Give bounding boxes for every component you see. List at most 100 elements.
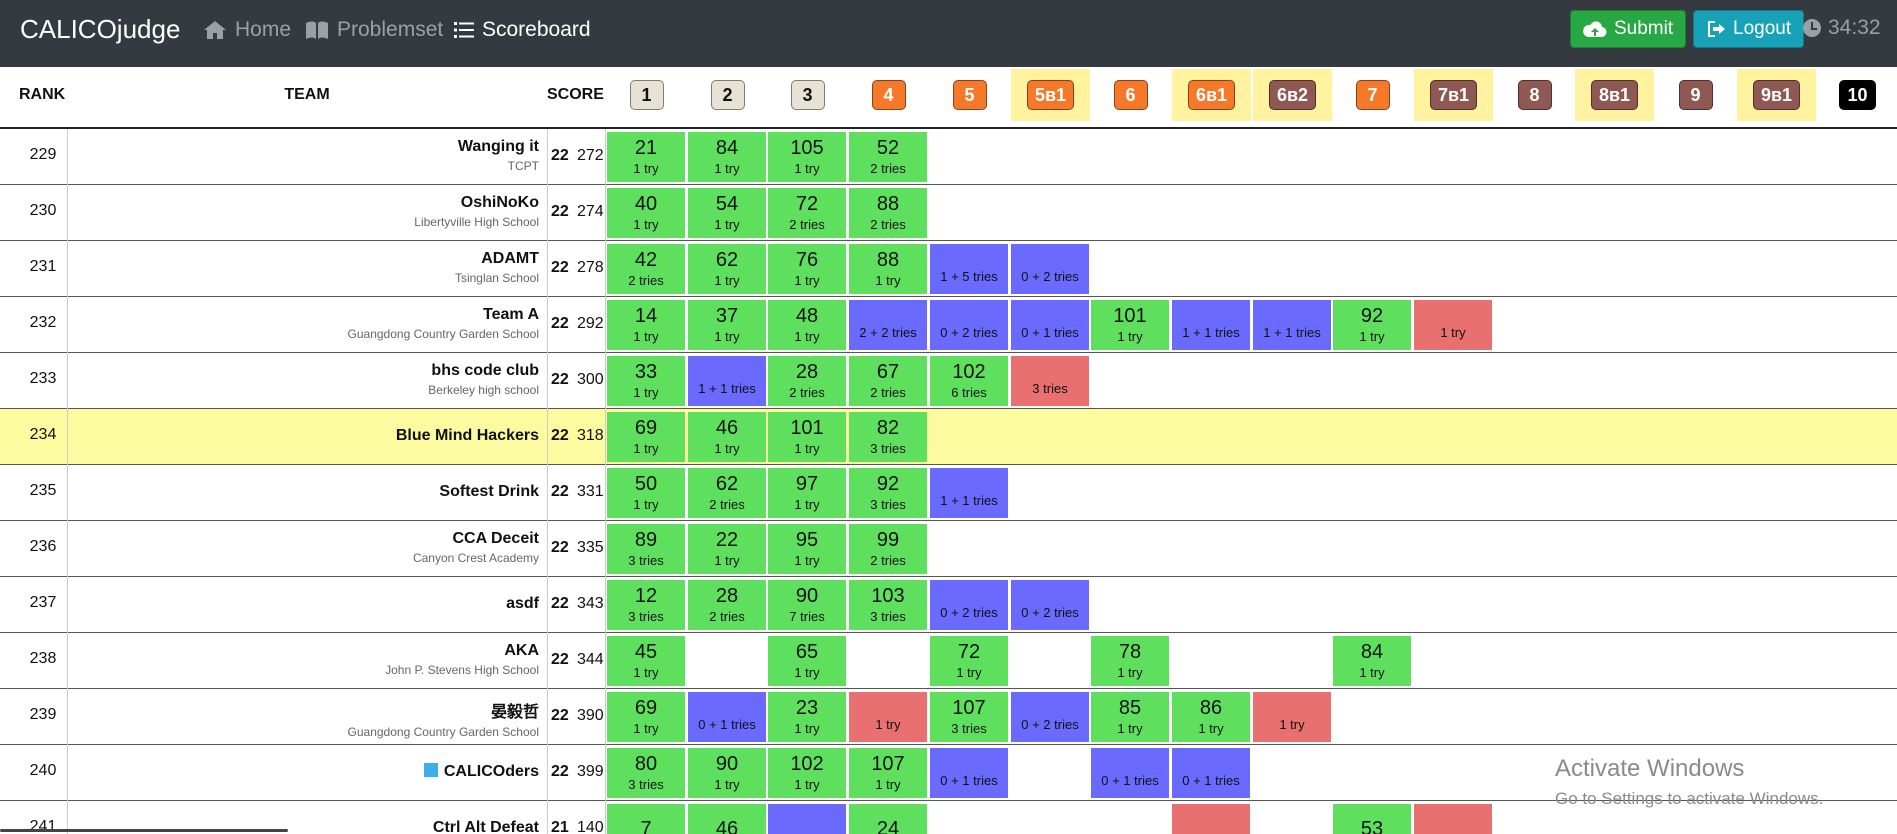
problem-cell-pending[interactable]: 0 + 2 tries	[1011, 244, 1089, 294]
problem-cell-solved[interactable]: 33 1 try	[607, 356, 685, 406]
problem-cell-solved[interactable]: 89 3 tries	[607, 524, 685, 574]
table-row[interactable]: 235 Softest Drink 22 331 50 1 try 62 2 tries 97 1…	[0, 465, 1897, 521]
team-cell[interactable]: AKA John P. Stevens High School	[67, 642, 539, 677]
problem-cell-solved[interactable]: 37 1 try	[688, 300, 766, 350]
team-name[interactable]: 晏毅哲	[67, 698, 539, 722]
team-name[interactable]: bhs code club	[67, 362, 539, 380]
problem-cell-solved[interactable]: 92 3 tries	[849, 468, 927, 518]
problem-cell-solved[interactable]: 48 1 try	[768, 300, 846, 350]
team-cell[interactable]: asdf	[67, 595, 539, 613]
problem-cell-solved[interactable]: 52 2 tries	[849, 132, 927, 182]
problem-cell-solved[interactable]: 107 3 tries	[930, 692, 1008, 742]
team-cell[interactable]: Wanging it TCPT	[67, 138, 539, 173]
problem-column-14[interactable]: 9	[1656, 69, 1735, 121]
problem-cell-solved[interactable]: 28 2 tries	[768, 356, 846, 406]
problem-cell-solved[interactable]: 23 1 try	[768, 692, 846, 742]
problem-cell-solved[interactable]: 105 1 try	[768, 132, 846, 182]
problem-cell-pending[interactable]: 0 + 1 tries	[688, 692, 766, 742]
table-row[interactable]: 234 Blue Mind Hackers 22 318 69 1 try 46 1 try 1…	[0, 409, 1897, 465]
team-cell[interactable]: ADAMT Tsinglan School	[67, 250, 539, 285]
problem-cell-solved[interactable]: 24	[849, 804, 927, 834]
problem-column-9[interactable]: 6в2	[1253, 69, 1332, 121]
problem-cell-solved[interactable]: 54 1 try	[688, 188, 766, 238]
problem-badge[interactable]: 2	[710, 80, 745, 110]
problem-cell-solved[interactable]: 21 1 try	[607, 132, 685, 182]
table-row[interactable]: 237 asdf 22 343 12 3 tries 28 2 tries 90 7 tries 1…	[0, 577, 1897, 633]
team-name[interactable]: OshiNoKo	[67, 194, 539, 212]
team-name[interactable]: CCA Deceit	[67, 530, 539, 548]
problem-cell-solved[interactable]: 72 2 tries	[768, 188, 846, 238]
team-name[interactable]: ADAMT	[67, 250, 539, 268]
problem-badge[interactable]: 7	[1355, 80, 1390, 110]
problem-cell-solved[interactable]: 85 1 try	[1091, 692, 1169, 742]
problem-cell-solved[interactable]: 99 2 tries	[849, 524, 927, 574]
problem-cell-solved[interactable]: 67 2 tries	[849, 356, 927, 406]
problem-cell-solved[interactable]: 101 1 try	[768, 412, 846, 462]
team-name[interactable]: CALICOders	[67, 763, 539, 781]
team-cell[interactable]: CCA Deceit Canyon Crest Academy	[67, 530, 539, 565]
problem-badge[interactable]: 6в1	[1187, 80, 1236, 110]
problem-cell-solved[interactable]: 90 1 try	[688, 748, 766, 798]
team-cell[interactable]: Team A Guangdong Country Garden School	[67, 306, 539, 341]
problem-cell-solved[interactable]: 84 1 try	[688, 132, 766, 182]
problem-column-12[interactable]: 8	[1495, 69, 1574, 121]
table-row[interactable]: 238 AKA John P. Stevens High School 22 344 45…	[0, 633, 1897, 689]
problem-badge[interactable]: 10	[1839, 80, 1876, 110]
problem-cell-pending[interactable]: 1 + 1 tries	[1172, 300, 1250, 350]
problem-cell-solved[interactable]: 7	[607, 804, 685, 834]
team-cell[interactable]: CALICOders	[67, 763, 539, 781]
problem-cell-failed[interactable]: 3 tries	[1011, 356, 1089, 406]
problem-column-10[interactable]: 7	[1333, 69, 1412, 121]
problem-badge[interactable]: 1	[629, 80, 664, 110]
team-cell[interactable]: bhs code club Berkeley high school	[67, 362, 539, 397]
problem-badge[interactable]: 5в1	[1026, 80, 1075, 110]
problem-cell-solved[interactable]: 78 1 try	[1091, 636, 1169, 686]
table-row[interactable]: 233 bhs code club Berkeley high school 22 30…	[0, 353, 1897, 409]
table-row[interactable]: 230 OshiNoKo Libertyville High School 22 274…	[0, 185, 1897, 241]
problem-cell-solved[interactable]: 102 1 try	[768, 748, 846, 798]
problem-column-7[interactable]: 6	[1091, 69, 1170, 121]
problem-cell-solved[interactable]: 80 3 tries	[607, 748, 685, 798]
problem-cell-solved[interactable]: 101 1 try	[1091, 300, 1169, 350]
team-cell[interactable]: 晏毅哲 Guangdong Country Garden School	[67, 698, 539, 739]
problem-column-16[interactable]: 10	[1818, 69, 1897, 121]
problem-cell-solved[interactable]: 12 3 tries	[607, 580, 685, 630]
problem-cell-solved[interactable]: 40 1 try	[607, 188, 685, 238]
horizontal-scrollbar[interactable]	[0, 829, 288, 832]
problem-cell-solved[interactable]: 107 1 try	[849, 748, 927, 798]
problem-badge[interactable]: 8	[1517, 80, 1552, 110]
table-row[interactable]: 232 Team A Guangdong Country Garden School…	[0, 297, 1897, 353]
problem-cell-pending[interactable]: 2 + 2 tries	[849, 300, 927, 350]
problem-cell-solved[interactable]: 90 7 tries	[768, 580, 846, 630]
problem-cell-solved[interactable]: 14 1 try	[607, 300, 685, 350]
problem-badge[interactable]: 3	[790, 80, 825, 110]
problem-cell-failed[interactable]: 1 try	[849, 692, 927, 742]
problem-badge[interactable]: 6	[1113, 80, 1148, 110]
table-row[interactable]: 239 晏毅哲 Guangdong Country Garden School 22 3…	[0, 689, 1897, 745]
problem-cell-solved[interactable]: 69 1 try	[607, 692, 685, 742]
problem-cell-solved[interactable]: 82 3 tries	[849, 412, 927, 462]
nav-home[interactable]: Home	[203, 18, 291, 42]
problem-cell-pending[interactable]: 0 + 2 tries	[1011, 692, 1089, 742]
nav-scoreboard[interactable]: Scoreboard	[454, 18, 591, 42]
problem-cell-pending[interactable]: 0 + 2 tries	[1011, 580, 1089, 630]
team-name[interactable]: Team A	[67, 306, 539, 324]
problem-cell-solved[interactable]: 72 1 try	[930, 636, 1008, 686]
problem-badge[interactable]: 5	[952, 80, 987, 110]
problem-cell-solved[interactable]: 103 3 tries	[849, 580, 927, 630]
problem-cell-failed[interactable]: 1 try	[1253, 692, 1331, 742]
problem-cell-solved[interactable]: 88 2 tries	[849, 188, 927, 238]
table-row[interactable]: 231 ADAMT Tsinglan School 22 278 42 2 tries 62 1…	[0, 241, 1897, 297]
table-row[interactable]: 229 Wanging it TCPT 22 272 21 1 try 84 1 try 105 1…	[0, 129, 1897, 185]
team-name[interactable]: AKA	[67, 642, 539, 660]
problem-cell-solved[interactable]: 88 1 try	[849, 244, 927, 294]
problem-cell-pending[interactable]: 1 + 5 tries	[930, 244, 1008, 294]
problem-cell-solved[interactable]: 84 1 try	[1333, 636, 1411, 686]
problem-cell-solved[interactable]: 62 2 tries	[688, 468, 766, 518]
nav-problemset[interactable]: Problemset	[305, 18, 443, 42]
team-name[interactable]: Wanging it	[67, 138, 539, 156]
problem-badge[interactable]: 6в2	[1268, 80, 1317, 110]
logout-button[interactable]: Logout	[1693, 10, 1805, 48]
problem-cell-pending[interactable]: 0 + 1 tries	[1011, 300, 1089, 350]
problem-column-3[interactable]: 3	[768, 69, 847, 121]
